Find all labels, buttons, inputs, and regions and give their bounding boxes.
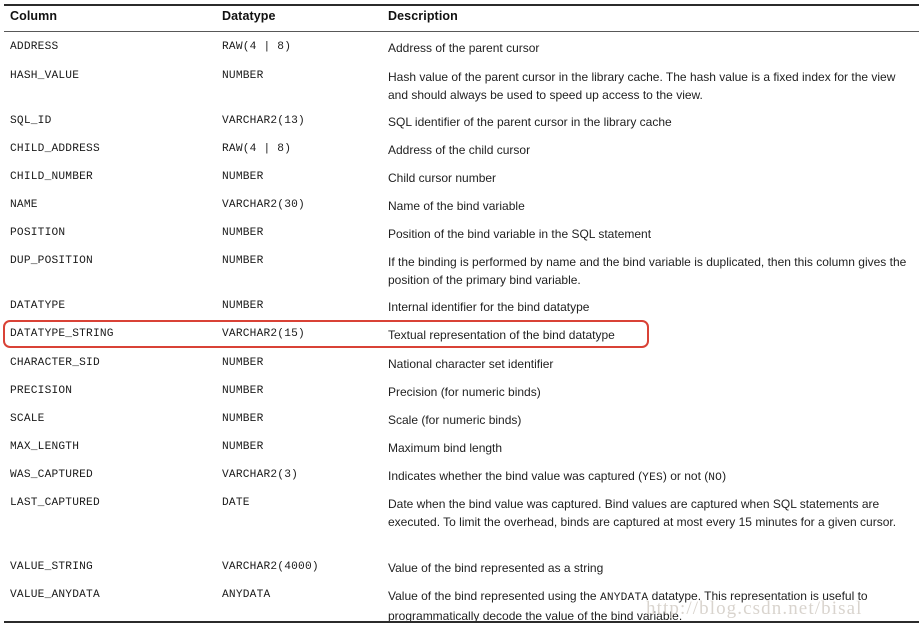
cell-column-name: ADDRESS	[10, 41, 59, 53]
table-bottom-border	[4, 621, 919, 623]
cell-datatype: VARCHAR2(15)	[222, 328, 305, 340]
cell-datatype: NUMBER	[222, 300, 264, 312]
description-text: )	[722, 469, 727, 483]
table-top-border	[4, 4, 919, 6]
cell-description: Scale (for numeric binds)	[388, 413, 522, 427]
cell-description: Address of the child cursor	[388, 143, 531, 157]
cell-column-name: PRECISION	[10, 385, 73, 397]
cell-datatype: VARCHAR2(4000)	[222, 561, 319, 573]
cell-datatype: RAW(4 | 8)	[222, 41, 292, 53]
inline-code: NO	[708, 472, 723, 484]
cell-datatype: VARCHAR2(13)	[222, 115, 305, 127]
cell-column-name: CHARACTER_SID	[10, 357, 100, 369]
cell-datatype: NUMBER	[222, 171, 264, 183]
cell-description: Maximum bind length	[388, 441, 503, 455]
cell-column-name: VALUE_STRING	[10, 561, 93, 573]
cell-column-name: POSITION	[10, 227, 66, 239]
cell-column-name: WAS_CAPTURED	[10, 469, 93, 481]
cell-description: Precision (for numeric binds)	[388, 385, 541, 399]
cell-datatype: NUMBER	[222, 413, 264, 425]
cell-datatype: NUMBER	[222, 385, 264, 397]
cell-column-name: SQL_ID	[10, 115, 52, 127]
inline-code: ANYDATA	[599, 592, 649, 604]
table-header-row: Column Datatype Description	[0, 9, 923, 31]
cell-column-name: SCALE	[10, 413, 45, 425]
column-header-description: Description	[388, 9, 458, 23]
inline-code: YES	[642, 472, 663, 484]
cell-description: Name of the bind variable	[388, 199, 525, 213]
cell-datatype: DATE	[222, 497, 250, 509]
column-header-column: Column	[10, 9, 58, 23]
cell-column-name: MAX_LENGTH	[10, 441, 80, 453]
table-header-separator	[4, 31, 919, 32]
cell-description: Child cursor number	[388, 171, 497, 185]
cell-column-name: CHILD_NUMBER	[10, 171, 93, 183]
cell-column-name: HASH_VALUE	[10, 70, 80, 82]
cell-description: Indicates whether the bind value was cap…	[388, 468, 915, 488]
cell-datatype: NUMBER	[222, 227, 264, 239]
cell-datatype: VARCHAR2(3)	[222, 469, 299, 481]
cell-datatype: NUMBER	[222, 70, 264, 82]
cell-column-name: DATATYPE_STRING	[10, 328, 114, 340]
cell-column-name: DUP_POSITION	[10, 255, 93, 267]
cell-description: Position of the bind variable in the SQL…	[388, 227, 652, 241]
column-header-datatype: Datatype	[222, 9, 276, 23]
cell-description: Address of the parent cursor	[388, 41, 540, 55]
cell-column-name: LAST_CAPTURED	[10, 497, 100, 509]
cell-column-name: NAME	[10, 199, 38, 211]
cell-datatype: NUMBER	[222, 441, 264, 453]
description-text: Indicates whether the bind value was cap…	[388, 469, 643, 483]
cell-datatype: NUMBER	[222, 255, 264, 267]
cell-column-name: DATATYPE	[10, 300, 66, 312]
cell-column-name: CHILD_ADDRESS	[10, 143, 100, 155]
watermark-text: http://blog.csdn.net/bisal	[646, 598, 863, 619]
cell-datatype: RAW(4 | 8)	[222, 143, 292, 155]
cell-description: SQL identifier of the parent cursor in t…	[388, 115, 672, 129]
cell-datatype: NUMBER	[222, 357, 264, 369]
cell-description: National character set identifier	[388, 357, 554, 371]
cell-description: Hash value of the parent cursor in the l…	[388, 70, 896, 102]
cell-description: Textual representation of the bind datat…	[388, 328, 615, 342]
cell-description: Internal identifier for the bind datatyp…	[388, 300, 590, 314]
cell-datatype: ANYDATA	[222, 589, 271, 601]
cell-description: Value of the bind represented as a strin…	[388, 561, 604, 575]
description-text: Value of the bind represented using the	[388, 589, 600, 603]
cell-datatype: VARCHAR2(30)	[222, 199, 305, 211]
cell-column-name: VALUE_ANYDATA	[10, 589, 100, 601]
cell-description: Date when the bind value was captured. B…	[388, 497, 897, 529]
description-text: ) or not (	[662, 469, 709, 483]
cell-description: If the binding is performed by name and …	[388, 255, 907, 287]
